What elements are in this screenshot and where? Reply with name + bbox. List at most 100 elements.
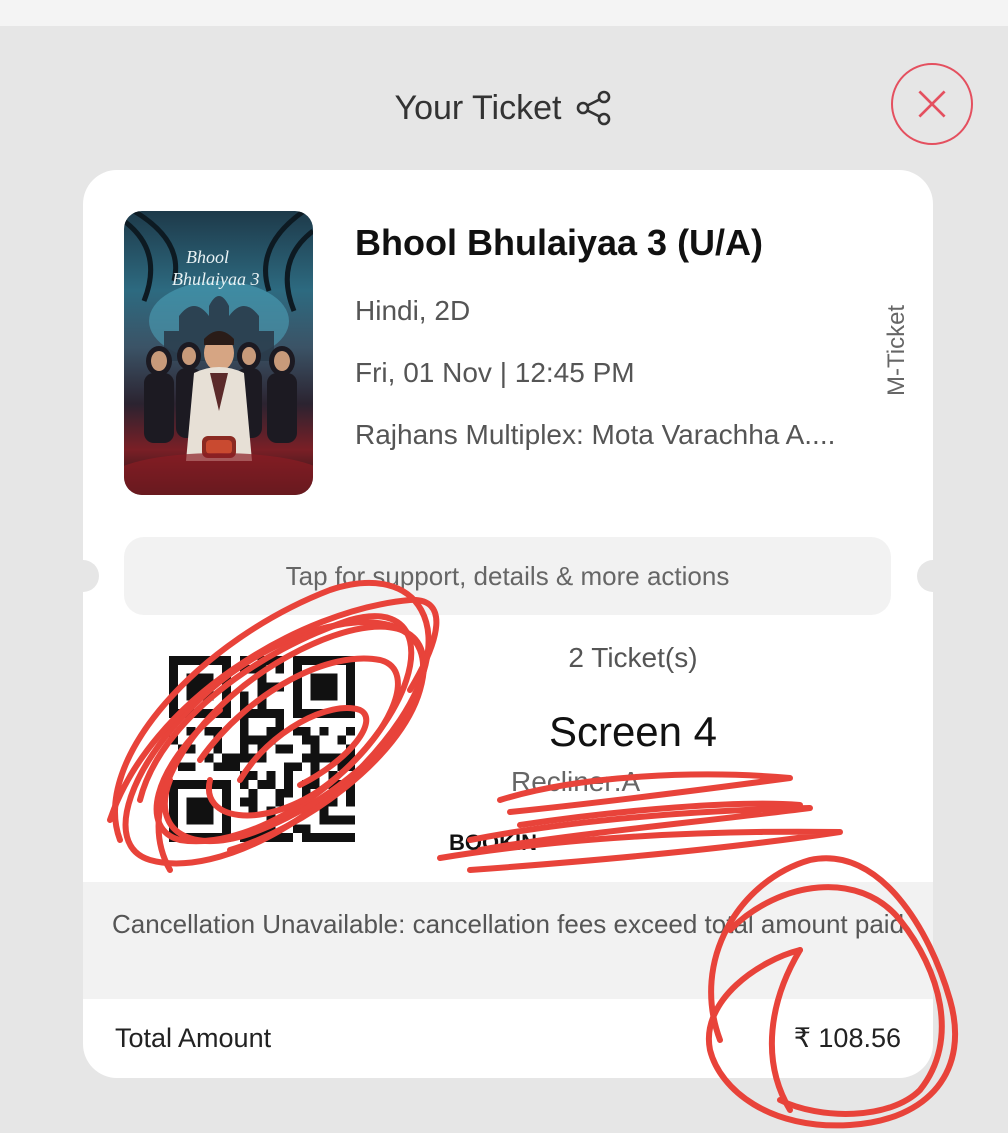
qr-module: [177, 762, 187, 772]
qr-module: [222, 833, 231, 842]
qr-module: [177, 833, 187, 842]
qr-module: [213, 762, 223, 772]
movie-title: Bhool Bhulaiyaa 3 (U/A): [355, 222, 764, 263]
qr-module: [257, 753, 267, 763]
qr-module: [195, 797, 205, 807]
qr-module: [284, 762, 293, 772]
qr-module: [346, 780, 355, 789]
qr-module: [346, 744, 355, 754]
qr-module: [337, 656, 347, 665]
qr-module: [328, 656, 338, 665]
qr-module: [346, 673, 355, 683]
qr-module: [195, 806, 205, 816]
qr-module: [177, 709, 187, 718]
qr-module: [222, 691, 231, 701]
qr-module: [204, 726, 214, 736]
qr-module: [301, 735, 311, 745]
qr-module: [310, 780, 320, 789]
ticket-type-label: M-Ticket: [883, 304, 910, 396]
qr-module: [169, 656, 178, 665]
qr-module: [275, 709, 285, 718]
qr-module: [284, 744, 293, 754]
booking-id: BOOKIN: [449, 830, 537, 855]
qr-module: [275, 744, 285, 754]
qr-module: [346, 656, 355, 665]
qr-module: [222, 709, 231, 718]
qr-module: [222, 797, 231, 807]
qr-module: [257, 673, 267, 683]
qr-module: [169, 806, 178, 816]
qr-module: [213, 735, 223, 745]
qr-module: [257, 682, 267, 692]
qr-module: [310, 753, 320, 763]
qr-module: [248, 797, 258, 807]
qr-module: [222, 700, 231, 710]
qr-module: [319, 691, 329, 701]
cancellation-note: Cancellation Unavailable: cancellation f…: [83, 882, 933, 999]
qr-module: [346, 762, 355, 772]
qr-module: [266, 815, 276, 825]
qr-module: [248, 833, 258, 842]
qr-module: [310, 771, 320, 780]
qr-module: [186, 806, 196, 816]
qr-module: [169, 815, 178, 825]
qr-module: [222, 762, 231, 772]
qr-module: [293, 691, 302, 701]
qr-module: [301, 709, 311, 718]
qr-module: [337, 815, 347, 825]
qr-module: [204, 780, 214, 789]
qr-module: [186, 815, 196, 825]
qr-module: [310, 833, 320, 842]
qr-module: [213, 726, 223, 736]
qr-module: [248, 771, 258, 780]
qr-module: [266, 771, 276, 780]
qr-module: [293, 673, 302, 683]
qr-module: [239, 753, 249, 763]
qr-module: [319, 753, 329, 763]
qr-module: [177, 744, 187, 754]
qr-module: [222, 656, 231, 665]
share-icon[interactable]: [575, 89, 613, 127]
qr-module: [284, 833, 293, 842]
qr-module: [186, 709, 196, 718]
qr-module: [293, 656, 302, 665]
qr-module: [195, 682, 205, 692]
qr-module: [257, 691, 267, 701]
qr-module: [266, 780, 276, 789]
qr-module: [301, 788, 311, 798]
qr-module: [239, 780, 249, 789]
qr-module: [239, 833, 249, 842]
qr-module: [257, 824, 267, 834]
total-amount-row: Total Amount ₹ 108.56: [83, 999, 933, 1078]
qr-module: [328, 691, 338, 701]
qr-module: [328, 833, 338, 842]
qr-module: [293, 824, 302, 834]
qr-module: [239, 718, 249, 727]
qr-module: [248, 753, 258, 763]
tickets-count: 2 Ticket(s): [568, 642, 698, 673]
qr-module: [222, 824, 231, 834]
qr-module: [337, 833, 347, 842]
qr-module: [319, 806, 329, 816]
qr-module: [284, 780, 293, 789]
support-button[interactable]: Tap for support, details & more actions: [124, 537, 891, 615]
qr-module: [266, 735, 276, 745]
qr-module: [204, 656, 214, 665]
qr-module: [337, 753, 347, 763]
qr-module: [310, 762, 320, 772]
close-button[interactable]: [891, 63, 973, 145]
qr-module: [328, 682, 338, 692]
qr-module: [248, 735, 258, 745]
qr-module: [213, 833, 223, 842]
qr-module: [169, 824, 178, 834]
qr-module: [328, 780, 338, 789]
close-icon: [918, 90, 946, 118]
qr-module: [169, 797, 178, 807]
qr-module: [319, 682, 329, 692]
qr-module: [319, 673, 329, 683]
qr-module: [266, 726, 276, 736]
movie-poster[interactable]: Bhool Bhulaiyaa 3: [124, 211, 313, 495]
total-amount-value: ₹ 108.56: [793, 1023, 901, 1053]
screen-name: Screen 4: [548, 708, 718, 755]
qr-module: [169, 709, 178, 718]
